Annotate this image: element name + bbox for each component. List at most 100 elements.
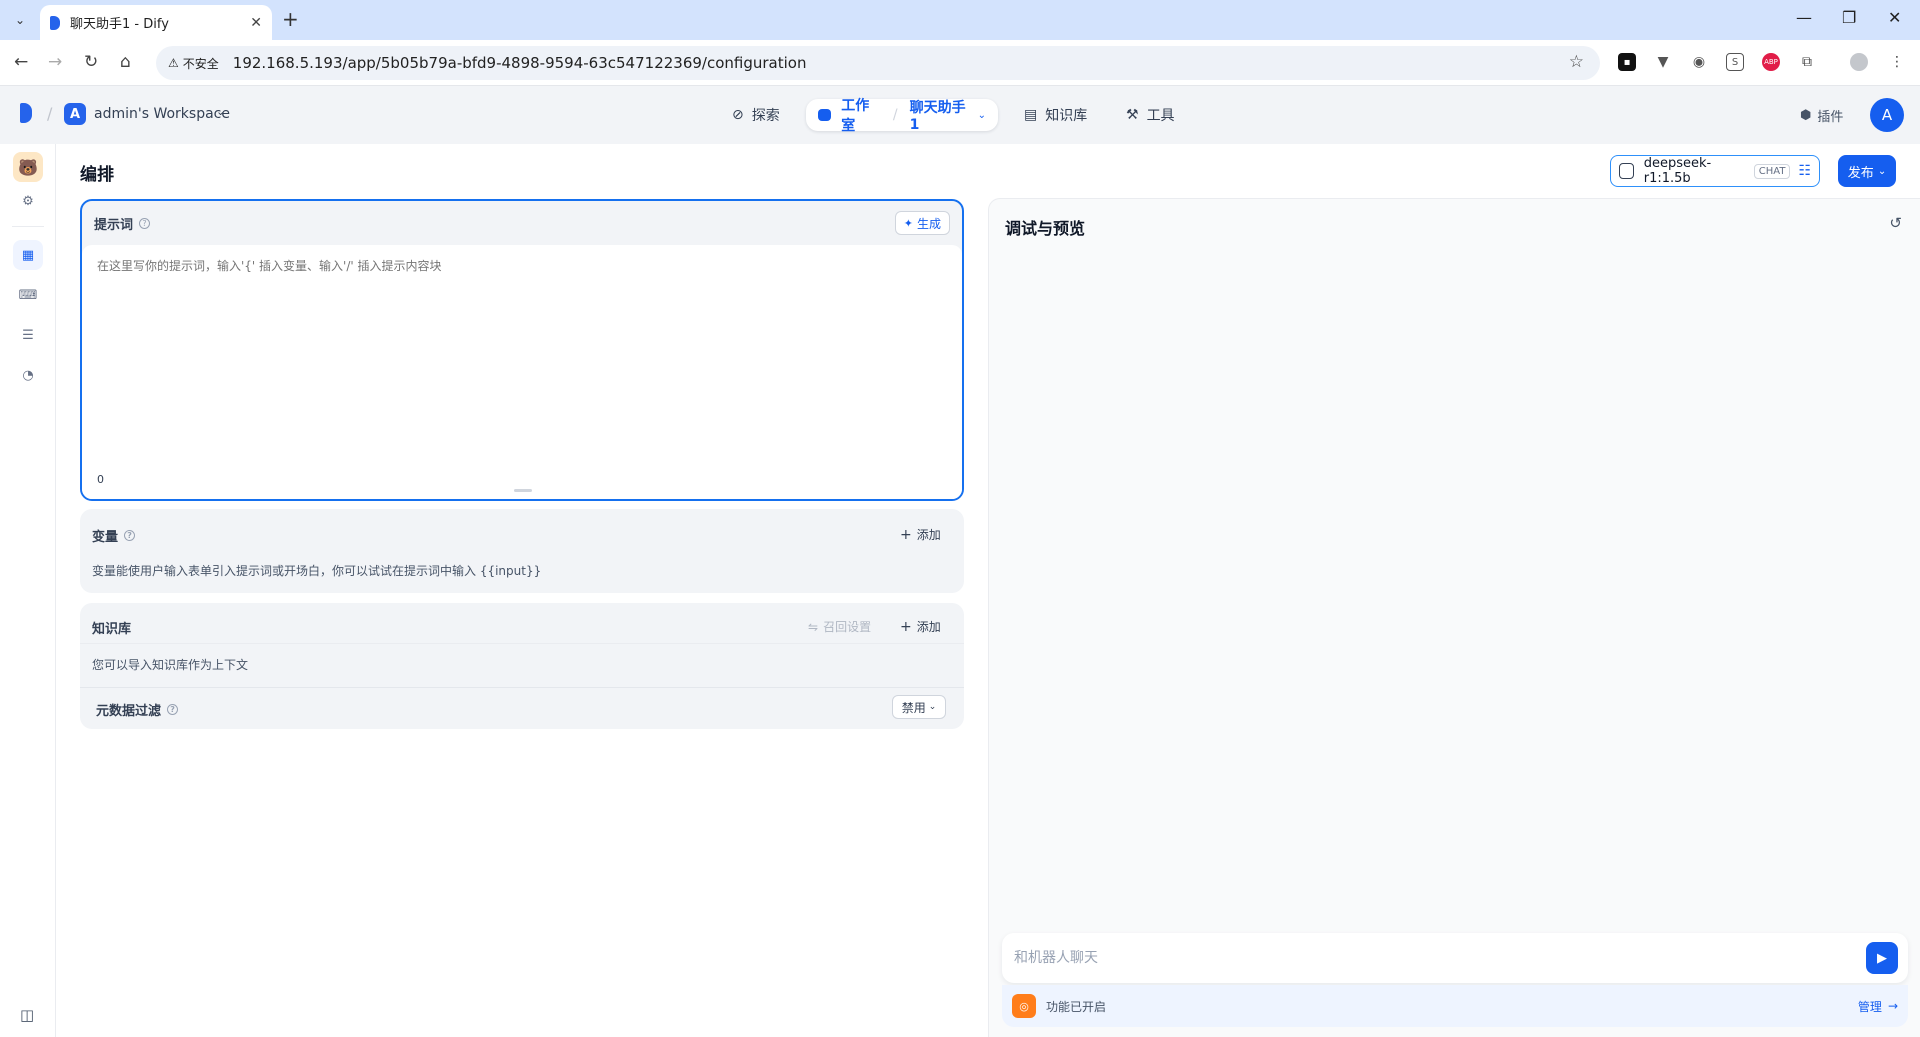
address-bar[interactable]: ⚠ 不安全 192.168.5.193/app/5b05b79a-bfd9-48… bbox=[156, 46, 1600, 80]
dify-logo-icon[interactable] bbox=[20, 103, 32, 123]
generate-label: 生成 bbox=[916, 216, 941, 231]
variables-section: 变量 ? + 添加 变量能使用户输入表单引入提示词或开场白，你可以试试在提示词中… bbox=[80, 509, 964, 593]
close-window-button[interactable]: ✕ bbox=[1888, 8, 1901, 27]
minimize-window-button[interactable]: — bbox=[1796, 8, 1812, 27]
user-avatar[interactable]: A bbox=[1870, 98, 1904, 132]
chevron-down-icon: ⌄ bbox=[928, 702, 937, 712]
metadata-filter-value: 禁用 bbox=[901, 700, 926, 715]
add-knowledge-label: 添加 bbox=[916, 620, 941, 634]
resize-handle[interactable] bbox=[514, 489, 532, 492]
chevron-down-icon[interactable]: ⌄ bbox=[216, 105, 225, 118]
plugins-label: 插件 bbox=[1817, 110, 1844, 125]
new-tab-button[interactable]: + bbox=[282, 9, 299, 29]
model-selector-button[interactable]: deepseek-r1:1.5b CHAT ☷ bbox=[1610, 155, 1820, 187]
browser-menu-icon[interactable]: ⋮ bbox=[1888, 53, 1906, 71]
browser-toolbar: ← → ↻ ⌂ ⚠ 不安全 192.168.5.193/app/5b05b79a… bbox=[0, 40, 1920, 86]
security-label: 不安全 bbox=[182, 56, 219, 71]
s-extension-icon[interactable]: S bbox=[1726, 53, 1744, 71]
shield-extension-icon[interactable]: ◉ bbox=[1690, 53, 1708, 71]
security-chip[interactable]: ⚠ 不安全 bbox=[168, 55, 219, 72]
variables-title: 变量 bbox=[92, 530, 119, 545]
variables-title-row: 变量 ? bbox=[92, 526, 136, 545]
chevron-down-icon[interactable]: ⌄ bbox=[978, 110, 986, 121]
browser-tab[interactable]: 聊天助手1 - Dify ✕ bbox=[40, 5, 272, 40]
app-bear-icon[interactable]: 🐻 bbox=[13, 152, 43, 182]
sidebar-item-api[interactable]: ⌨ bbox=[13, 280, 43, 310]
chat-input-box: ▶ bbox=[1002, 933, 1908, 983]
arrow-right-icon: → bbox=[1887, 999, 1898, 1013]
divider bbox=[80, 643, 964, 644]
reload-icon[interactable]: ↻ bbox=[84, 52, 98, 72]
hammer-icon: ⚒ bbox=[1126, 107, 1139, 123]
nav-tools[interactable]: ⚒ 工具 bbox=[1126, 99, 1175, 131]
add-knowledge-button[interactable]: + 添加 bbox=[900, 618, 941, 635]
metadata-filter-select[interactable]: 禁用 ⌄ bbox=[892, 695, 946, 719]
current-app-name[interactable]: 聊天助手1 bbox=[910, 97, 972, 133]
nav-explore[interactable]: ⊘ 探索 bbox=[732, 99, 780, 131]
help-icon[interactable]: ? bbox=[124, 530, 136, 541]
sidebar-item-monitoring[interactable]: ◔ bbox=[13, 360, 43, 390]
nav-explore-label: 探索 bbox=[751, 108, 780, 124]
page-title: 编排 bbox=[80, 165, 114, 185]
prompt-input[interactable] bbox=[82, 245, 962, 445]
close-tab-icon[interactable]: ✕ bbox=[250, 15, 262, 31]
robot-icon bbox=[818, 109, 832, 121]
chat-input[interactable] bbox=[1002, 933, 1842, 983]
book-icon: ▤ bbox=[1024, 107, 1038, 123]
collapse-sidebar-icon[interactable]: ◫ bbox=[20, 1006, 34, 1024]
app-sidebar: 🐻 ⚙ ▦ ⌨ ☰ ◔ bbox=[0, 144, 56, 1037]
url-text[interactable]: 192.168.5.193/app/5b05b79a-bfd9-4898-959… bbox=[233, 54, 807, 72]
debug-title: 调试与预览 bbox=[1005, 219, 1086, 238]
breadcrumb-separator: / bbox=[47, 104, 53, 123]
sliders-icon[interactable]: ☷ bbox=[1798, 163, 1811, 179]
prompt-body: 0 bbox=[82, 245, 962, 499]
feature-bar: ◎ 功能已开启 管理 → bbox=[1002, 985, 1908, 1027]
bookmark-star-icon[interactable]: ☆ bbox=[1569, 52, 1584, 72]
restore-window-button[interactable]: ❐ bbox=[1842, 8, 1856, 27]
nav-studio-label[interactable]: 工作室 bbox=[841, 95, 881, 135]
app-header: / A admin's Workspace ⌄ ⊘ 探索 工作室 / 聊天助手1… bbox=[0, 86, 1920, 144]
workspace-selector[interactable]: admin's Workspace bbox=[94, 106, 230, 122]
send-button[interactable]: ▶ bbox=[1866, 942, 1898, 974]
browser-tab-title: 聊天助手1 - Dify bbox=[70, 17, 169, 32]
forward-icon[interactable]: → bbox=[48, 52, 62, 72]
plus-icon: + bbox=[900, 526, 912, 543]
back-icon[interactable]: ← bbox=[14, 52, 28, 72]
nav-tools-label: 工具 bbox=[1146, 108, 1175, 124]
app-settings-icon[interactable]: ⚙ bbox=[13, 186, 43, 216]
recall-settings-label: 召回设置 bbox=[823, 620, 872, 634]
sidebar-item-logs[interactable]: ☰ bbox=[13, 320, 43, 350]
add-variable-label: 添加 bbox=[916, 528, 941, 542]
add-variable-button[interactable]: + 添加 bbox=[900, 526, 941, 543]
plugins-button[interactable]: ⬢ 插件 bbox=[1800, 106, 1843, 125]
adblock-icon[interactable]: ABP bbox=[1762, 53, 1780, 71]
workspace-avatar[interactable]: A bbox=[64, 103, 86, 125]
model-name: deepseek-r1:1.5b bbox=[1643, 156, 1712, 186]
browser-tab-bar: ⌄ 聊天助手1 - Dify ✕ + — ❐ ✕ bbox=[0, 0, 1920, 40]
dify-favicon-icon bbox=[50, 15, 60, 30]
restart-icon[interactable]: ↺ bbox=[1889, 214, 1902, 232]
cube-icon: ⬢ bbox=[1800, 108, 1812, 123]
publish-button[interactable]: 发布 ⌄ bbox=[1838, 155, 1896, 187]
plus-icon: + bbox=[900, 618, 912, 635]
help-icon[interactable]: ? bbox=[139, 217, 151, 229]
feature-icon: ◎ bbox=[1012, 994, 1036, 1018]
prompt-editor-card: 提示词 ? ✦ 生成 0 bbox=[80, 199, 964, 501]
recall-settings-button[interactable]: ⇋ 召回设置 bbox=[808, 618, 871, 635]
help-icon[interactable]: ? bbox=[167, 704, 179, 715]
generate-prompt-button[interactable]: ✦ 生成 bbox=[894, 211, 950, 235]
tab-search-button[interactable]: ⌄ bbox=[8, 8, 32, 32]
home-icon[interactable]: ⌂ bbox=[120, 52, 131, 72]
extension-icon[interactable]: ▪ bbox=[1618, 53, 1636, 71]
profile-icon[interactable] bbox=[1850, 53, 1868, 71]
nav-studio[interactable]: 工作室 / 聊天助手1 ⌄ bbox=[806, 97, 998, 134]
sidebar-divider bbox=[12, 226, 44, 227]
nav-knowledge[interactable]: ▤ 知识库 bbox=[1024, 99, 1087, 131]
manage-features-button[interactable]: 管理 → bbox=[1858, 998, 1898, 1015]
sidebar-item-orchestrate[interactable]: ▦ bbox=[13, 240, 43, 270]
nav-separator: / bbox=[892, 107, 898, 123]
ublock-icon[interactable]: ▼ bbox=[1654, 53, 1672, 71]
extensions-puzzle-icon[interactable]: ⧉ bbox=[1798, 53, 1816, 71]
compass-icon: ⊘ bbox=[732, 107, 744, 123]
sparkle-icon: ✦ bbox=[903, 216, 913, 230]
